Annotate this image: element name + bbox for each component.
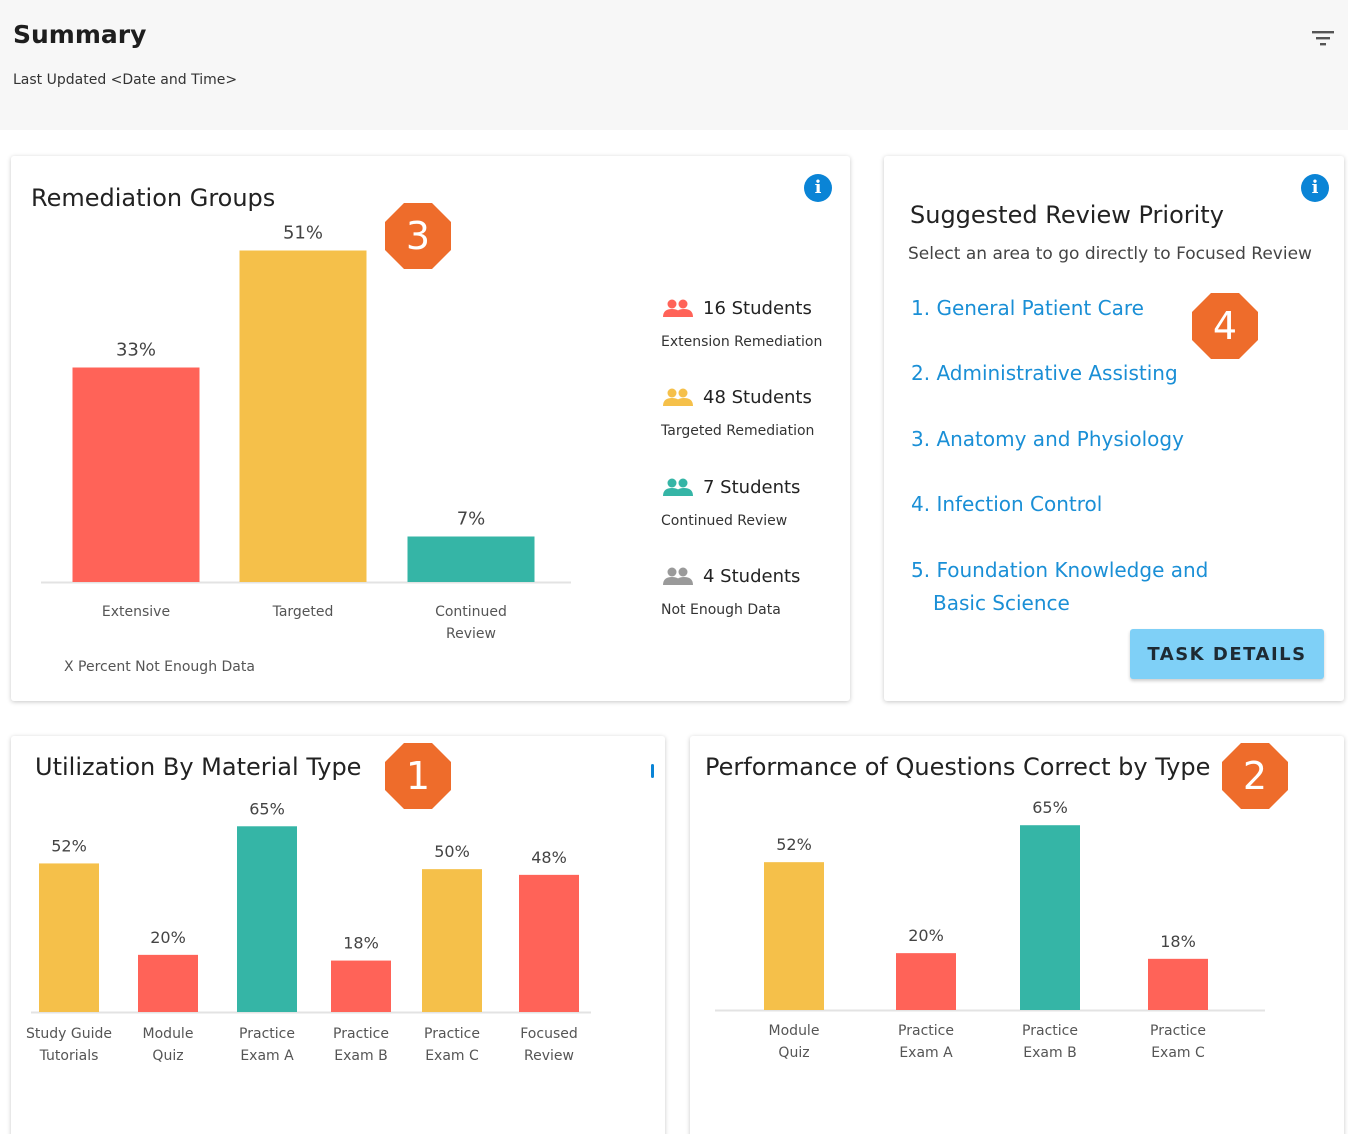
bar-value-label: 48% <box>531 848 567 867</box>
bar-value-label: 65% <box>249 799 285 818</box>
review-link-anatomy-physiology[interactable]: 3. Anatomy and Physiology <box>911 423 1184 456</box>
step-badge-4: 4 <box>1190 291 1260 361</box>
step-badge-number: 4 <box>1212 304 1238 348</box>
review-link-infection-control[interactable]: 4. Infection Control <box>911 488 1102 521</box>
category-label: Practice Exam A <box>866 1020 986 1064</box>
review-link-general-patient-care[interactable]: 1. General Patient Care <box>911 292 1144 325</box>
bar-value-label: 33% <box>116 340 156 361</box>
category-label: Module Quiz <box>734 1020 854 1064</box>
chart-svg: 52% 20% 65% 18% <box>715 798 1265 1012</box>
bar-value-label: 18% <box>1160 932 1196 951</box>
not-enough-data-note: X Percent Not Enough Data <box>64 659 255 675</box>
legend-count: 16 Students <box>703 298 812 319</box>
info-icon[interactable]: i <box>1301 174 1329 202</box>
suggested-review-subtitle: Select an area to go directly to Focused… <box>908 244 1312 264</box>
users-icon <box>661 566 695 590</box>
bar <box>422 869 482 1012</box>
bar-value-label: 52% <box>776 835 812 854</box>
bar <box>519 874 579 1012</box>
bar <box>1148 958 1208 1010</box>
category-label: Practice Exam C <box>1118 1020 1238 1064</box>
legend-count: 4 Students <box>703 566 801 587</box>
utilization-card: Utilization By Material Type 1 52% 20% 65%… <box>11 736 665 1134</box>
legend-description: Not Enough Data <box>661 602 781 618</box>
bar-value-label: 7% <box>457 509 486 530</box>
page-title: Summary <box>13 20 147 49</box>
bar-value-label: 52% <box>51 836 87 855</box>
remediation-groups-card: Remediation Groups i 3 33% 51% 7% Extensive… <box>11 156 850 701</box>
category-label-line: Module <box>768 1023 820 1039</box>
legend-description: Extension Remediation <box>661 334 823 350</box>
category-label-line: Practice <box>1150 1023 1206 1039</box>
category-label: Continued Review <box>411 601 531 645</box>
bar <box>138 954 198 1012</box>
page-header: Summary Last Updated <Date and Time> <box>0 0 1348 130</box>
filter-icon[interactable] <box>1308 26 1338 50</box>
category-label: Focused Review <box>489 1023 609 1067</box>
chart-svg: 52% 20% 65% 18% 50% 48% <box>31 799 591 1014</box>
bar-value-label: 65% <box>1032 798 1068 817</box>
category-label: Targeted <box>243 601 363 623</box>
bar-value-label: 50% <box>434 842 470 861</box>
category-label-line: Quiz <box>778 1045 810 1061</box>
users-icon <box>661 298 695 322</box>
bar-value-label: 18% <box>343 934 379 953</box>
performance-card: Performance of Questions Correct by Type… <box>690 736 1344 1134</box>
legend-description: Targeted Remediation <box>661 423 815 439</box>
category-label: Extensive <box>76 601 196 623</box>
review-link-foundation-knowledge[interactable]: 5. Foundation Knowledge and Basic Scienc… <box>911 554 1208 620</box>
review-link-label: 5. Foundation Knowledge and <box>911 558 1209 582</box>
bar-value-label: 20% <box>908 926 944 945</box>
bar <box>407 536 535 582</box>
users-icon <box>661 477 695 501</box>
legend-description: Continued Review <box>661 513 788 529</box>
category-label-line: Exam A <box>899 1045 953 1061</box>
bar-value-label: 20% <box>150 928 186 947</box>
category-label: Practice Exam B <box>990 1020 1110 1064</box>
legend-count: 7 Students <box>703 477 801 498</box>
last-updated-text: Last Updated <Date and Time> <box>13 72 238 88</box>
bar <box>896 953 956 1010</box>
task-details-button[interactable]: TASK DETAILS <box>1130 629 1324 679</box>
category-label-line: Practice <box>898 1023 954 1039</box>
review-link-label-continued: Basic Science <box>933 591 1070 615</box>
category-label-line: Exam C <box>1151 1045 1205 1061</box>
review-link-administrative-assisting[interactable]: 2. Administrative Assisting <box>911 357 1178 390</box>
category-label-line: Extensive <box>101 604 171 620</box>
category-label-line: Review <box>524 1048 574 1064</box>
info-icon[interactable]: i <box>804 174 832 202</box>
bar <box>72 367 200 582</box>
category-label-line: Continued Review <box>435 604 507 642</box>
bar <box>239 250 367 582</box>
bar <box>237 826 297 1012</box>
chart-svg: 33% 51% 7% <box>41 223 571 584</box>
suggested-review-card: Suggested Review Priority i Select an ar… <box>884 156 1344 701</box>
bar <box>764 862 824 1010</box>
category-label-line: Practice <box>1022 1023 1078 1039</box>
bar-value-label: 51% <box>283 223 323 244</box>
bar <box>39 863 99 1012</box>
category-label-line: Focused <box>520 1026 578 1042</box>
bar <box>331 960 391 1012</box>
users-icon <box>661 387 695 411</box>
category-label-line: Targeted <box>272 604 334 620</box>
suggested-review-title: Suggested Review Priority <box>910 201 1224 229</box>
bar <box>1020 825 1080 1010</box>
legend-count: 48 Students <box>703 387 812 408</box>
category-label-line: Exam B <box>1023 1045 1077 1061</box>
